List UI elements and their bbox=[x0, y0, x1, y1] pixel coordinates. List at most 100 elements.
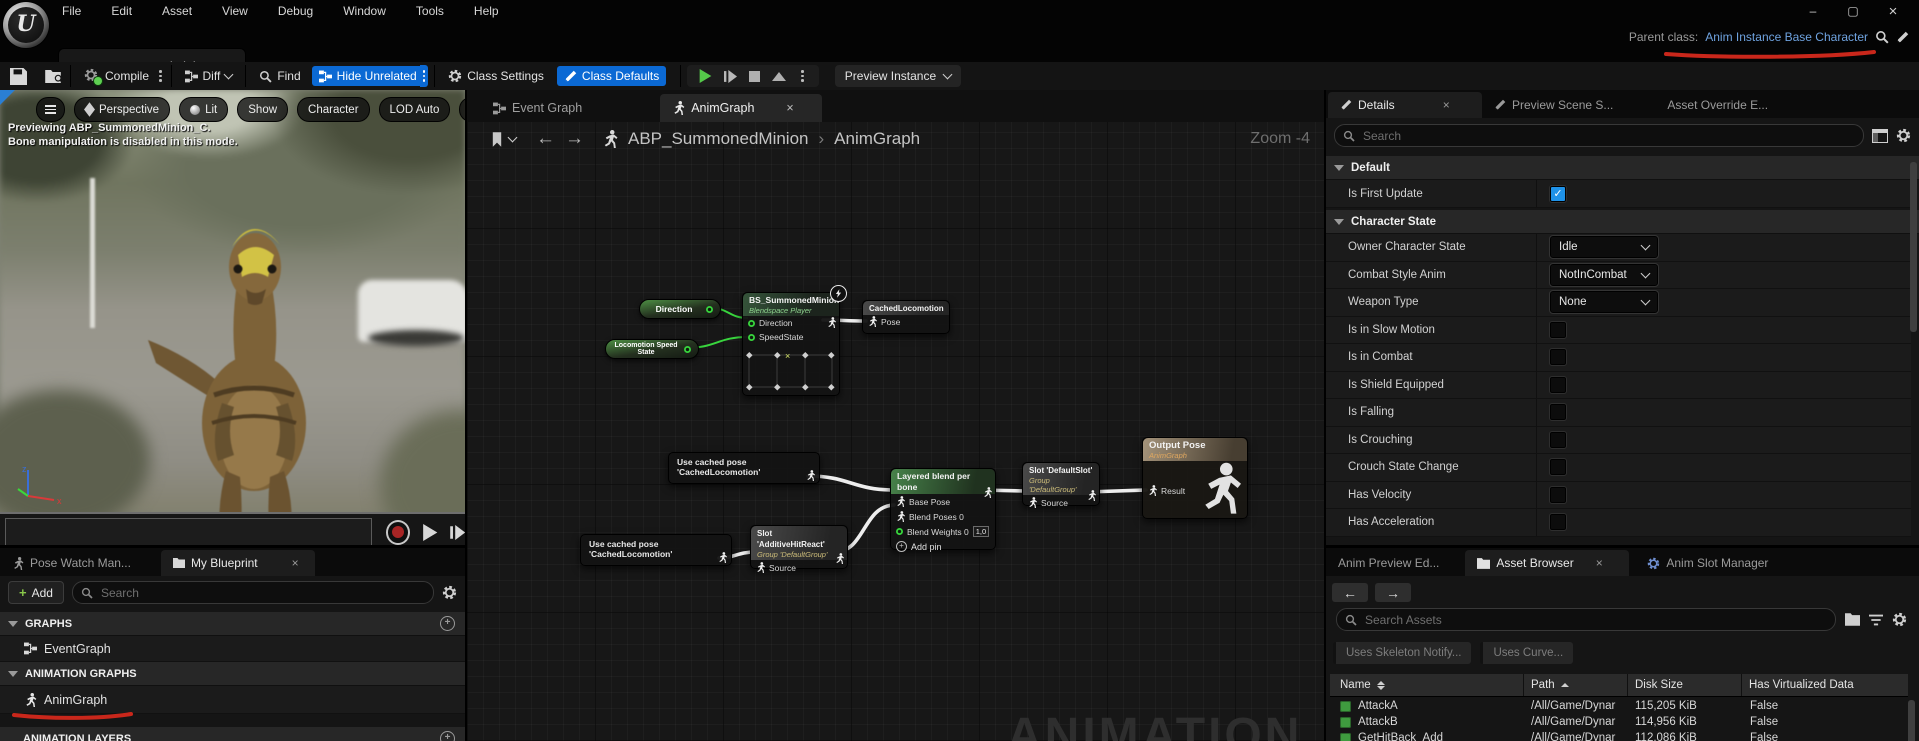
details-display-mode-icon[interactable] bbox=[1872, 129, 1888, 143]
table-row[interactable]: AttackB/All/Game/Dynar114,956 KiBFalse bbox=[1330, 714, 1908, 730]
menu-view[interactable]: View bbox=[218, 4, 252, 18]
output-pose-result-pin[interactable] bbox=[1148, 485, 1157, 496]
show-dropdown[interactable]: Show bbox=[237, 97, 288, 122]
property-row[interactable]: Weapon TypeNone bbox=[1326, 289, 1911, 317]
details-tab-close-icon[interactable]: × bbox=[1443, 98, 1450, 112]
minimize-button[interactable]: – bbox=[1793, 4, 1833, 18]
layered-blend-poses-pin[interactable] bbox=[896, 511, 905, 522]
tab-details[interactable]: Details × bbox=[1328, 92, 1482, 118]
stop-icon[interactable] bbox=[749, 71, 760, 82]
my-blueprint-tab-close-icon[interactable]: × bbox=[292, 556, 299, 570]
property-row[interactable]: Crouch State Change bbox=[1326, 454, 1911, 482]
close-button[interactable]: × bbox=[1873, 3, 1913, 20]
frame-skip-icon[interactable] bbox=[724, 70, 737, 83]
class-settings-button[interactable]: Class Settings bbox=[441, 66, 551, 86]
asset-settings-gear-icon[interactable] bbox=[1892, 612, 1907, 627]
maximize-button[interactable]: ▢ bbox=[1833, 4, 1873, 18]
section-character-state[interactable]: Character State bbox=[1326, 210, 1919, 234]
save-icon[interactable] bbox=[10, 68, 27, 85]
save-search-icon[interactable] bbox=[1845, 613, 1860, 626]
my-blueprint-search-input[interactable] bbox=[99, 585, 425, 601]
preview-viewport[interactable]: Perspective Lit Show Character LOD Auto … bbox=[0, 90, 465, 512]
timeline-scrub-area[interactable] bbox=[5, 518, 372, 547]
perspective-dropdown[interactable]: Perspective bbox=[74, 97, 170, 122]
dropdown[interactable]: NotInCombat bbox=[1550, 264, 1658, 286]
filter-uses-curve[interactable]: Uses Curve... bbox=[1480, 642, 1573, 664]
details-search[interactable] bbox=[1334, 124, 1864, 147]
layered-blend-weights-pin[interactable] bbox=[896, 528, 903, 535]
section-animation-graphs[interactable]: ANIMATION GRAPHS bbox=[0, 662, 465, 686]
preview-instance-dropdown[interactable]: Preview Instance bbox=[835, 65, 961, 87]
node-use-cached-pose-2[interactable]: Use cached pose 'CachedLocomotion' bbox=[580, 534, 732, 566]
node-locomotion-speed-getter[interactable]: Locomotion Speed State bbox=[605, 339, 699, 359]
section-animation-layers[interactable]: ANIMATION LAYERS + bbox=[0, 727, 465, 741]
tab-pose-watch-manager[interactable]: Pose Watch Man... bbox=[0, 550, 143, 576]
add-pin-icon[interactable]: + bbox=[896, 541, 907, 552]
use-cached-1-output-pin[interactable] bbox=[806, 470, 815, 481]
node-layered-blend-per-bone[interactable]: Layered blend per bone Base Pose Blend P… bbox=[890, 468, 996, 550]
search-parent-class-icon[interactable] bbox=[1875, 30, 1889, 44]
property-row[interactable]: Has Velocity bbox=[1326, 482, 1911, 510]
section-graphs[interactable]: GRAPHS + bbox=[0, 612, 465, 636]
node-slot-additive-hitreact[interactable]: Slot 'AdditiveHitReact' Group 'DefaultGr… bbox=[750, 525, 848, 569]
bs-direction-pin[interactable] bbox=[748, 320, 755, 327]
layered-base-pose-pin[interactable] bbox=[896, 496, 905, 507]
checkbox[interactable] bbox=[1550, 404, 1566, 420]
menu-asset[interactable]: Asset bbox=[158, 4, 196, 18]
history-back-button[interactable]: ← bbox=[1332, 583, 1368, 602]
add-graph-icon[interactable]: + bbox=[440, 616, 455, 631]
eject-icon[interactable] bbox=[772, 72, 786, 81]
layered-output-pin[interactable] bbox=[983, 487, 992, 498]
column-header-has-virtualized-data[interactable]: Has Virtualized Data bbox=[1742, 679, 1908, 691]
asset-search[interactable] bbox=[1336, 608, 1836, 631]
preview-creature-raptor[interactable] bbox=[118, 185, 378, 512]
slot-default-source-pin[interactable] bbox=[1028, 497, 1037, 508]
column-header-path[interactable]: Path bbox=[1524, 679, 1627, 691]
details-scrollbar[interactable] bbox=[1910, 162, 1917, 332]
my-blueprint-search[interactable] bbox=[72, 581, 434, 604]
section-default[interactable]: Default bbox=[1326, 156, 1919, 180]
lit-dropdown[interactable]: Lit bbox=[179, 97, 228, 122]
slot-default-output-pin[interactable] bbox=[1087, 490, 1096, 501]
checkbox[interactable] bbox=[1550, 432, 1566, 448]
bs-blendspace-grid[interactable]: × bbox=[745, 347, 836, 393]
hide-unrelated-button[interactable]: Hide Unrelated bbox=[312, 66, 424, 86]
tab-my-blueprint[interactable]: My Blueprint × bbox=[161, 550, 315, 576]
locomotion-output-pin[interactable] bbox=[684, 346, 691, 353]
bs-speedstate-pin[interactable] bbox=[748, 334, 755, 341]
tab-anim-slot-manager[interactable]: Anim Slot Manager bbox=[1635, 550, 1780, 576]
checkbox[interactable] bbox=[1550, 459, 1566, 475]
class-defaults-button[interactable]: Class Defaults bbox=[557, 66, 666, 86]
checkbox[interactable] bbox=[1550, 349, 1566, 365]
history-forward-button[interactable]: → bbox=[1375, 583, 1411, 602]
property-row[interactable]: Is Crouching bbox=[1326, 427, 1911, 455]
checkbox[interactable] bbox=[1550, 487, 1566, 503]
transport-play-icon[interactable] bbox=[423, 524, 437, 541]
menu-file[interactable]: File bbox=[58, 4, 85, 18]
column-header-disk-size[interactable]: Disk Size bbox=[1628, 679, 1741, 691]
tab-asset-override-editor[interactable]: Asset Override E... bbox=[1655, 92, 1780, 118]
play-options-icon[interactable] bbox=[798, 70, 807, 82]
details-search-input[interactable] bbox=[1361, 128, 1855, 144]
transport-step-forward-icon[interactable] bbox=[450, 525, 465, 540]
checkbox[interactable] bbox=[1550, 322, 1566, 338]
menu-debug[interactable]: Debug bbox=[274, 4, 317, 18]
compile-button[interactable]: Compile bbox=[77, 65, 156, 87]
property-row[interactable]: Has Acceleration bbox=[1326, 509, 1911, 537]
use-cached-2-output-pin[interactable] bbox=[718, 552, 727, 563]
parent-class-link[interactable]: Anim Instance Base Character bbox=[1705, 30, 1868, 44]
details-settings-gear-icon[interactable] bbox=[1896, 128, 1911, 143]
browse-asset-icon[interactable] bbox=[45, 69, 64, 84]
my-blueprint-settings-gear-icon[interactable] bbox=[442, 585, 457, 600]
menu-tools[interactable]: Tools bbox=[412, 4, 448, 18]
slot-additive-source-pin[interactable] bbox=[756, 562, 765, 573]
add-animation-layer-icon[interactable]: + bbox=[440, 731, 455, 741]
diff-button[interactable]: Diff bbox=[178, 66, 240, 86]
property-row-is-first-update[interactable]: Is First Update ✓ bbox=[1326, 180, 1911, 208]
filter-uses-skeleton-notify[interactable]: Uses Skeleton Notify... bbox=[1333, 642, 1471, 664]
blend-weight-value-field[interactable]: 1,0 bbox=[973, 526, 989, 537]
asset-scrollbar[interactable] bbox=[1908, 700, 1915, 741]
table-row[interactable]: GetHitBack_Add/All/Game/Dynar112,086 KiB… bbox=[1330, 730, 1908, 741]
property-row[interactable]: Is Shield Equipped bbox=[1326, 372, 1911, 400]
node-use-cached-pose-1[interactable]: Use cached pose 'CachedLocomotion' bbox=[668, 452, 820, 484]
